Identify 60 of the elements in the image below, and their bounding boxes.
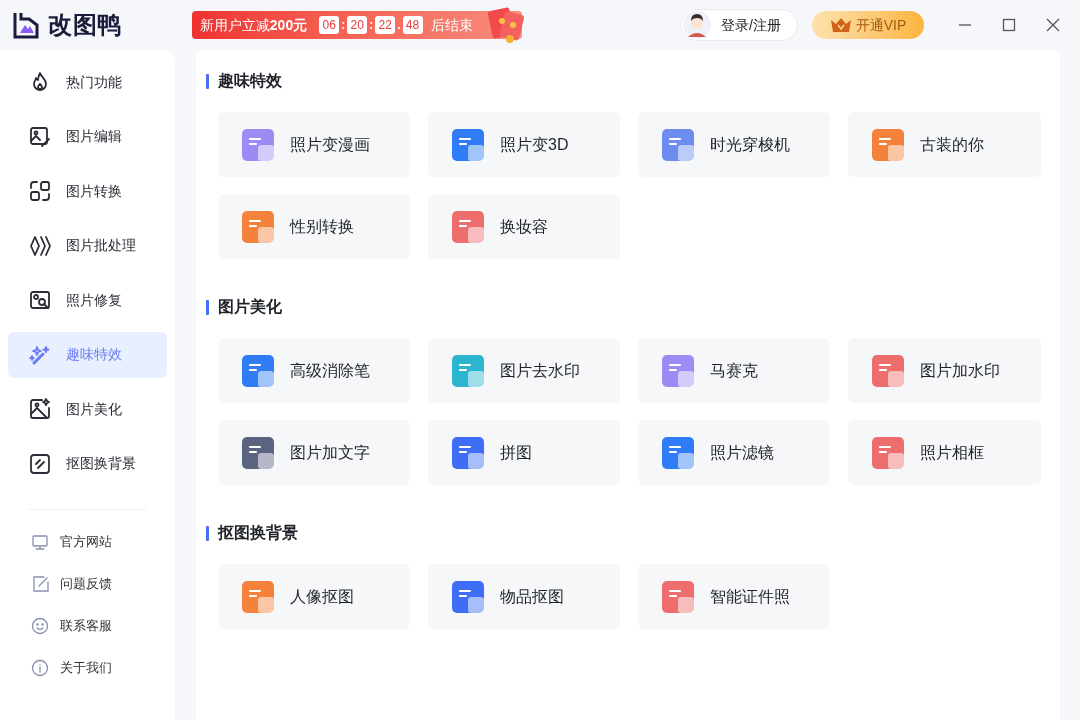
countdown-digit: 48 (402, 16, 423, 34)
countdown-digit: 06 (319, 16, 340, 34)
tool-card[interactable]: 性别转换 (218, 194, 410, 259)
sidebar-item[interactable]: 图片美化 (8, 386, 167, 432)
countdown-separator: : (369, 17, 374, 34)
tool-card[interactable]: 图片加文字 (218, 420, 410, 485)
cutout-icon (28, 451, 52, 476)
info-icon (30, 657, 50, 678)
app-name: 改图鸭 (48, 10, 122, 40)
photo-repair-icon (28, 288, 52, 312)
tool-card[interactable]: 古装的你 (848, 112, 1041, 177)
tool-card[interactable]: 图片去水印 (428, 338, 620, 403)
tool-card[interactable]: 照片变漫画 (218, 112, 410, 177)
accent-bar (206, 299, 209, 315)
tool-card[interactable]: 拼图 (428, 420, 620, 485)
sidebar-item[interactable]: 图片转换 (8, 168, 167, 214)
sidebar-item[interactable]: 抠图换背景 (8, 440, 167, 487)
maximize-icon (1002, 18, 1016, 32)
sidebar-item[interactable]: 热门功能 (8, 59, 167, 105)
sidebar-item[interactable]: 照片修复 (8, 277, 167, 323)
image-edit-icon (28, 124, 52, 149)
promo-suffix: 后结束 (430, 15, 473, 35)
section-title: 图片美化 (218, 297, 282, 317)
sidebar-item[interactable]: 图片批处理 (8, 222, 167, 269)
tool-card[interactable]: 图片加水印 (848, 338, 1041, 403)
sidebar-link[interactable]: 关于我们 (8, 651, 167, 684)
tool-card[interactable]: 马赛克 (638, 338, 830, 403)
edit-icon (30, 573, 50, 594)
countdown-separator: . (397, 17, 401, 34)
tool-card[interactable]: 高级消除笔 (218, 338, 410, 403)
section-title: 抠图换背景 (218, 523, 298, 543)
sidebar-link[interactable]: 问题反馈 (8, 567, 167, 600)
countdown-separator: : (341, 17, 346, 34)
close-icon (1046, 18, 1060, 32)
logo-icon (12, 11, 40, 39)
section-title: 趣味特效 (218, 71, 282, 91)
tool-card[interactable]: 照片相框 (848, 420, 1041, 485)
tool-card[interactable]: 换妆容 (428, 194, 620, 259)
vip-button[interactable]: 开通VIP (812, 11, 924, 39)
image-sparkle-icon (28, 397, 52, 421)
convert-icon (28, 179, 52, 203)
crown-icon (829, 17, 852, 33)
accent-bar (206, 525, 209, 541)
tool-card[interactable]: 照片滤镜 (638, 420, 830, 485)
tool-card[interactable]: 人像抠图 (218, 564, 410, 629)
smile-icon (30, 615, 50, 636)
countdown-digit: 22 (375, 16, 396, 34)
countdown-digit: 20 (347, 16, 368, 34)
tool-card[interactable]: 照片变3D (428, 112, 620, 177)
sidebar-link[interactable]: 联系客服 (8, 609, 167, 642)
tool-card[interactable]: 智能证件照 (638, 564, 830, 629)
accent-bar (206, 73, 209, 89)
tool-card[interactable]: 时光穿梭机 (638, 112, 830, 177)
promo-text: 新用户立减200元 (199, 15, 308, 35)
login-button[interactable]: 登录/注册 (680, 9, 798, 41)
avatar-icon (683, 11, 712, 39)
sidebar-link[interactable]: 官方网站 (8, 525, 167, 558)
tool-card[interactable]: 物品抠图 (428, 564, 620, 629)
batch-icon (28, 233, 52, 258)
sidebar-item[interactable]: 图片编辑 (8, 113, 167, 160)
